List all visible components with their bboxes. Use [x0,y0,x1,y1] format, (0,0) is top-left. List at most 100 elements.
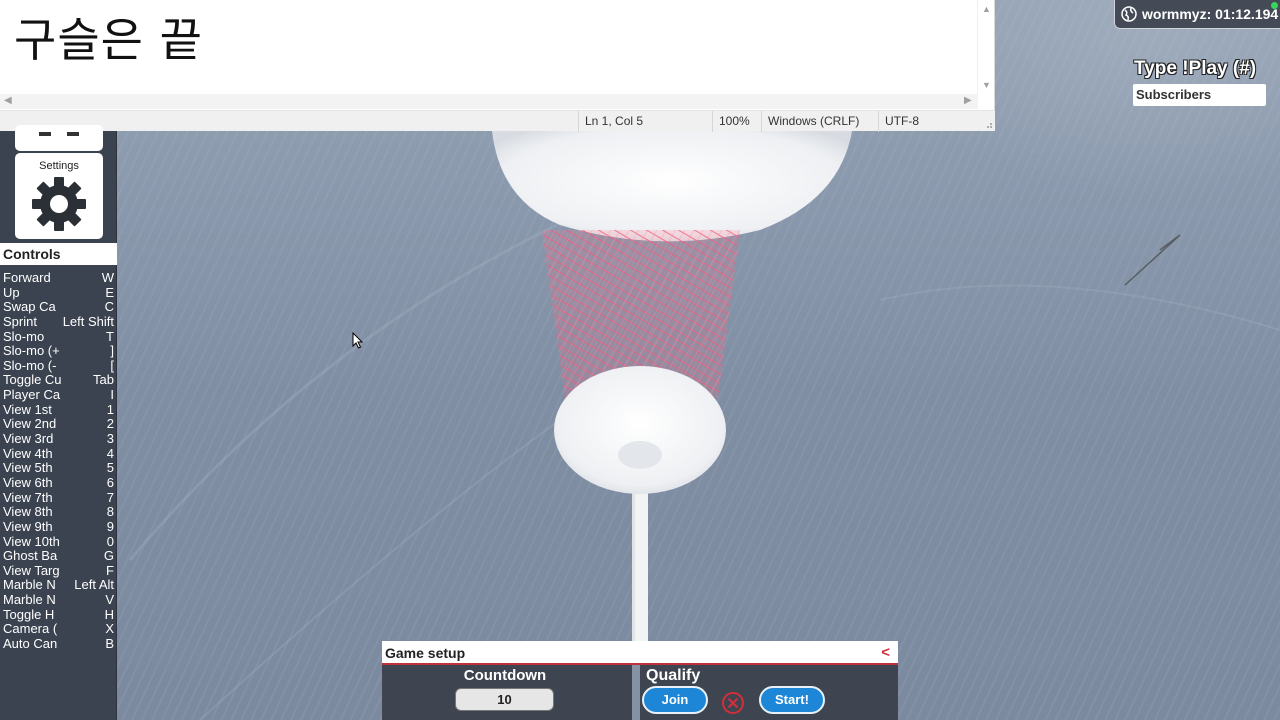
control-action-label: View Targ [3,563,60,578]
control-key-label: E [105,284,114,300]
control-action-label: View 2nd [3,417,57,432]
cancel-icon[interactable] [721,691,745,715]
control-key-label: 1 [106,401,114,417]
control-key-label: 8 [106,504,114,520]
control-key-label: 0 [106,533,114,549]
horizontal-scrollbar[interactable]: ◀ ▶ [0,94,978,109]
control-row: View 7th 7 [0,490,117,506]
control-action-label: Toggle H [3,607,55,622]
scroll-up-icon[interactable]: ▲ [982,4,991,14]
line-ending-status: Windows (CRLF) [761,111,878,132]
control-row: View 9th 9 [0,518,117,535]
control-action-label: Forward [3,271,51,285]
control-key-label: W [101,270,114,285]
control-action-label: View 8th [3,505,53,520]
control-key-label: C [104,299,114,315]
countdown-input[interactable] [455,688,554,711]
control-action-label: Marble N [3,593,56,608]
control-action-label: View 6th [3,475,53,490]
control-row: View 4th 4 [0,445,117,462]
controls-list: Forward W Up E Swap Ca C Sprint Left Shift Slo-m… [0,270,117,652]
user-timer-badge: wormmyz: 01:12.194 [1114,0,1280,29]
game-setup-panel: Game setup < Countdown Qualify Join Star… [382,641,898,720]
control-action-label: Player Ca [3,388,61,403]
scroll-left-icon[interactable]: ◀ [4,95,12,106]
control-action-label: View 3rd [3,432,54,447]
control-action-label: Slo-mo (- [3,358,57,373]
game-setup-body: Countdown Qualify Join Start! [382,665,898,720]
scroll-down-icon[interactable]: ▼ [982,80,991,90]
control-key-label: ] [110,343,114,359]
control-action-label: Camera ( [3,622,58,637]
start-button[interactable]: Start! [759,686,825,714]
control-action-label: Sprint [3,314,37,329]
control-action-label: View 9th [3,519,53,534]
control-action-label: Auto Can [3,637,58,652]
control-key-label: 3 [106,431,114,447]
control-row: View 6th 6 [0,474,117,491]
type-play-prompt: Type !Play (#) [1134,58,1257,79]
settings-label: Settings [39,160,79,172]
control-key-label: Tab [93,372,114,388]
control-row: Camera ( X [0,622,117,637]
vertical-scrollbar[interactable]: ▲ ▼ [977,0,994,95]
join-button[interactable]: Join [642,686,708,714]
game-setup-header: Game setup < [382,641,898,665]
control-key-label: X [105,621,114,637]
control-key-label: 5 [106,460,114,476]
collapse-icon[interactable]: < [881,641,890,665]
control-action-label: View 7th [3,490,53,505]
control-row: Player Ca I [0,387,117,403]
control-action-label: Ghost Ba [3,549,58,564]
online-status-dot [1271,2,1278,9]
qualify-label: Qualify [646,667,701,684]
control-row: View 5th 5 [0,461,117,476]
camera-card[interactable] [15,125,103,151]
control-row: Toggle H H [0,606,117,623]
cursor-position-status: Ln 1, Col 5 [578,111,712,132]
control-action-label: Marble N [3,578,56,593]
control-key-label: 4 [106,445,114,461]
scroll-right-icon[interactable]: ▶ [964,95,972,106]
control-row: Sprint Left Shift [0,313,117,330]
control-row: Forward W [0,270,117,286]
control-key-label: I [110,387,114,403]
control-key-label: 6 [106,474,114,490]
control-action-label: Slo-mo [3,329,45,344]
control-action-label: Up [3,285,20,300]
control-row: Swap Ca C [0,300,117,315]
control-key-label: [ [110,357,114,373]
controls-sidebar: Settings Controls Forward W Up E Swap Ca C Spr… [0,125,117,720]
control-key-label: Left Shift [62,313,114,329]
subscribers-header: Subscribers [1133,84,1266,106]
user-timer-text: wormmyz: 01:12.194 [1142,6,1279,22]
encoding-status: UTF-8 [878,111,978,132]
control-action-label: Toggle Cu [3,373,61,388]
control-key-label: V [105,592,114,608]
settings-button[interactable]: Settings [15,153,103,239]
notepad-text-content[interactable]: 구슬은 끝 [14,4,203,70]
control-key-label: T [106,328,114,344]
control-action-label: View 4th [3,446,53,461]
control-row: Slo-mo (+] [0,344,117,359]
control-row: Slo-mo (- [ [0,357,117,374]
control-action-label: View 1st [3,402,52,417]
game-setup-title: Game setup [385,645,466,661]
mouse-cursor-icon [352,332,364,349]
control-key-label: Left Alt [74,577,114,593]
control-row: Slo-mo T [0,328,117,345]
camera-icon [39,132,79,136]
control-row: View 8th 8 [0,505,117,520]
control-key-label: 2 [106,416,114,432]
control-action-label: Swap Ca [3,300,56,315]
control-row: View Targ F [0,562,117,579]
control-row: Ghost Ba G [0,549,117,564]
control-key-label: 9 [106,518,114,534]
control-action-label: View 5th [3,461,53,476]
control-row: View 2nd 2 [0,417,117,432]
control-key-label: H [104,606,114,622]
control-row: View 3rd 3 [0,431,117,447]
section-divider [632,665,640,720]
control-key-label: F [106,562,114,578]
resize-grip-icon[interactable] [985,121,993,129]
